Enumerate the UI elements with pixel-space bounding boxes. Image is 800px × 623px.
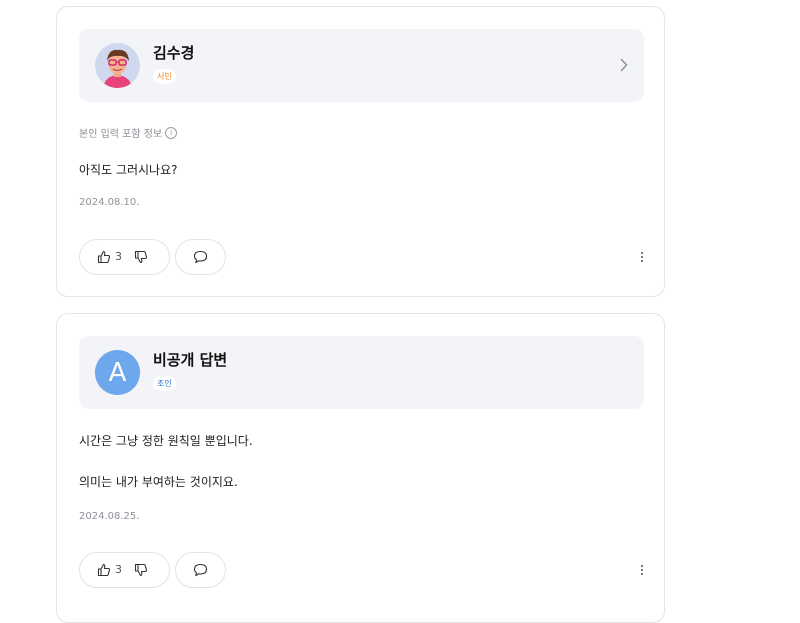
author-grade-badge: 조인	[153, 376, 176, 391]
thumbs-up-icon[interactable]	[97, 250, 111, 264]
author-profile[interactable]: A 비공개 답변 조인	[79, 336, 644, 409]
comment-bubble-icon	[193, 563, 208, 577]
like-count: 3	[115, 563, 122, 576]
comment-bubble-icon	[193, 250, 208, 264]
answer-date: 2024.08.10.	[79, 197, 140, 208]
thumbs-up-icon[interactable]	[97, 563, 111, 577]
more-vertical-icon[interactable]	[640, 251, 644, 263]
comment-button[interactable]	[175, 239, 226, 275]
answer-card: A 비공개 답변 조인 시간은 그냥 정한 원칙일 뿐입니다. 의미는 내가 부…	[56, 313, 665, 623]
author-name: 비공개 답변	[153, 351, 228, 369]
vote-group: 3	[79, 552, 170, 588]
comment-button[interactable]	[175, 552, 226, 588]
avatar: A	[95, 350, 140, 395]
info-icon[interactable]: i	[165, 126, 178, 139]
answer-text: 아직도 그러시나요?	[79, 163, 178, 177]
answer-text-line: 의미는 내가 부여하는 것이지요.	[79, 475, 238, 489]
answer-card: 김수경 서민 본인 입력 포함 정보 i 아직도 그러시나요? 2024.08.…	[56, 6, 665, 297]
info-notice: 본인 입력 포함 정보 i	[79, 125, 178, 140]
like-count: 3	[115, 250, 122, 263]
thumbs-down-icon[interactable]	[134, 563, 148, 577]
answer-date: 2024.08.25.	[79, 511, 140, 522]
answer-text-line: 시간은 그냥 정한 원칙일 뿐입니다.	[79, 434, 253, 448]
thumbs-down-icon[interactable]	[134, 250, 148, 264]
info-label: 본인 입력 포함 정보	[79, 129, 163, 140]
author-grade-badge: 서민	[153, 69, 176, 84]
avatar-letter: A	[109, 358, 127, 388]
chevron-right-icon	[620, 58, 628, 72]
more-vertical-icon[interactable]	[640, 564, 644, 576]
vote-group: 3	[79, 239, 170, 275]
avatar	[95, 43, 140, 88]
author-name: 김수경	[153, 44, 195, 62]
author-profile[interactable]: 김수경 서민	[79, 29, 644, 102]
